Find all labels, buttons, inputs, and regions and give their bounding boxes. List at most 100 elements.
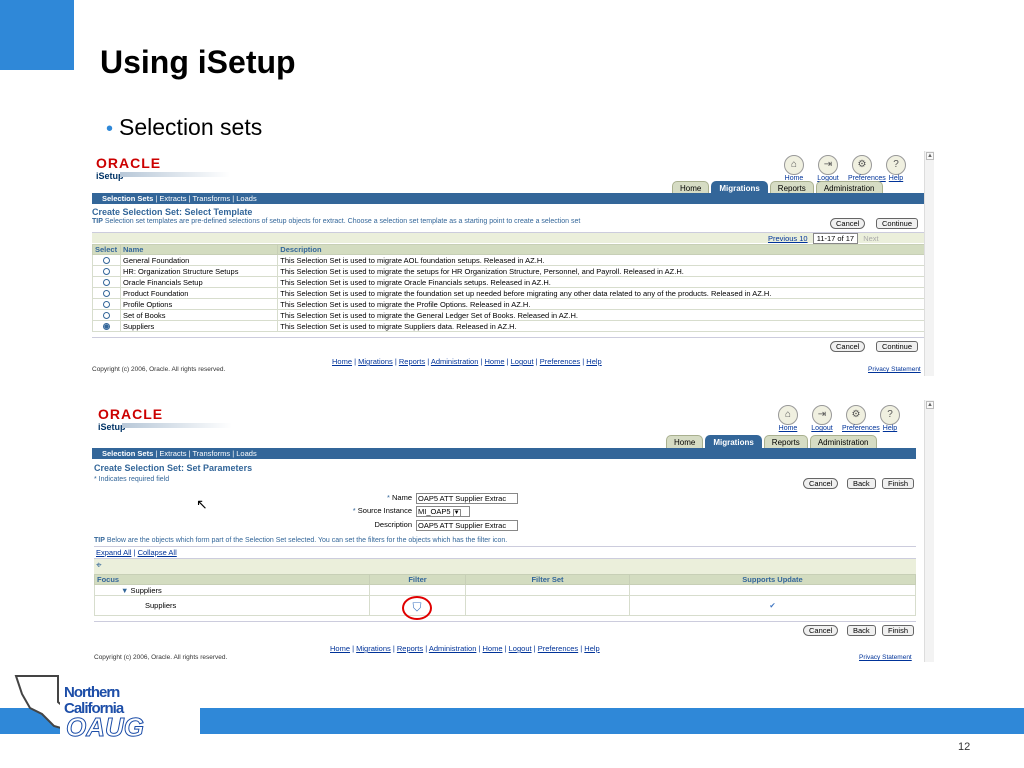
cancel-button-top[interactable]: Cancel xyxy=(830,218,866,229)
global-help-label[interactable]: Help xyxy=(882,175,910,182)
tab-migrations[interactable]: Migrations xyxy=(705,435,762,449)
subnav-extracts[interactable]: Extracts xyxy=(159,449,186,458)
logo-underline xyxy=(120,172,230,177)
global-logout-label[interactable]: Logout xyxy=(808,425,836,432)
back-button-bottom[interactable]: Back xyxy=(847,625,876,636)
expand-all-link[interactable]: Expand All xyxy=(96,548,131,557)
tip-label: TIP xyxy=(94,537,105,544)
sub-navigation: Selection Sets | Extracts | Transforms |… xyxy=(92,193,924,204)
tab-administration[interactable]: Administration xyxy=(809,435,877,449)
subnav-loads[interactable]: Loads xyxy=(236,194,256,203)
footer-link[interactable]: Help xyxy=(584,644,599,653)
footer-link[interactable]: Administration xyxy=(431,357,479,366)
help-icon: ? xyxy=(880,405,900,425)
back-button-top[interactable]: Back xyxy=(847,478,876,489)
name-cell: Profile Options xyxy=(119,298,279,310)
select-radio[interactable] xyxy=(103,257,110,265)
triangle-down-icon[interactable]: ▼ xyxy=(121,586,128,595)
crosshair-icon[interactable]: ⌖ xyxy=(96,560,102,571)
cancel-button-bottom[interactable]: Cancel xyxy=(803,625,839,636)
subnav-loads[interactable]: Loads xyxy=(236,449,256,458)
subnav-selection-sets[interactable]: Selection Sets xyxy=(102,449,153,458)
chevron-down-icon: ▼ xyxy=(452,509,461,516)
tree-child-cell: Suppliers xyxy=(94,595,370,616)
column-description: Description xyxy=(277,244,926,255)
scroll-up-arrow-icon[interactable]: ▲ xyxy=(926,401,934,409)
subnav-transforms[interactable]: Transforms xyxy=(192,194,230,203)
previous-link[interactable]: Previous 10 xyxy=(768,234,808,243)
subnav-transforms[interactable]: Transforms xyxy=(192,449,230,458)
subnav-extracts[interactable]: Extracts xyxy=(159,194,186,203)
footer-link[interactable]: Logout xyxy=(509,644,532,653)
global-preferences[interactable]: ⚙ Preferences xyxy=(842,405,880,432)
copyright-text: Copyright (c) 2006, Oracle. All rights r… xyxy=(92,366,226,373)
privacy-statement-link[interactable]: Privacy Statement xyxy=(868,366,921,373)
global-home[interactable]: ⌂ Home xyxy=(774,405,802,432)
filter-icon[interactable]: ⛉ xyxy=(402,596,432,620)
global-logout[interactable]: ⇥ Logout xyxy=(808,405,836,432)
table-cell xyxy=(465,584,630,596)
footer-link[interactable]: Migrations xyxy=(358,357,393,366)
bullet-text: Selection sets xyxy=(119,114,263,140)
footer-link[interactable]: Home xyxy=(485,357,505,366)
footer-link[interactable]: Help xyxy=(586,357,601,366)
global-home[interactable]: ⌂ Home xyxy=(780,155,808,182)
global-preferences[interactable]: ⚙ Preferences xyxy=(848,155,886,182)
global-help[interactable]: ? Help xyxy=(882,155,910,182)
footer-link[interactable]: Home xyxy=(332,357,352,366)
continue-button-bottom[interactable]: Continue xyxy=(876,341,919,352)
global-help-label[interactable]: Help xyxy=(876,425,904,432)
column-name[interactable]: Name xyxy=(119,244,279,255)
tab-home[interactable]: Home xyxy=(666,435,704,449)
source-instance-select[interactable]: MI_OAP5 ▼ xyxy=(416,506,470,517)
logo-underline xyxy=(122,423,232,428)
scroll-up-arrow-icon[interactable]: ▲ xyxy=(926,152,934,160)
finish-button-bottom[interactable]: Finish xyxy=(882,625,915,636)
name-cell: HR: Organization Structure Setups xyxy=(119,265,279,277)
cancel-button-bottom[interactable]: Cancel xyxy=(830,341,866,352)
footer-link[interactable]: Home xyxy=(330,644,350,653)
select-radio[interactable] xyxy=(103,290,110,298)
select-radio[interactable] xyxy=(103,279,110,287)
footer-link[interactable]: Migrations xyxy=(356,644,391,653)
select-radio[interactable] xyxy=(103,312,110,320)
footer-link[interactable]: Administration xyxy=(429,644,477,653)
footer-link[interactable]: Preferences xyxy=(538,644,578,653)
name-label: * Name xyxy=(386,493,412,503)
select-radio[interactable] xyxy=(103,268,110,276)
footer-link[interactable]: Logout xyxy=(511,357,534,366)
select-cell xyxy=(92,320,121,332)
footer-link[interactable]: Home xyxy=(483,644,503,653)
privacy-statement-link[interactable]: Privacy Statement xyxy=(859,654,912,661)
org-logo-line3: OAUG xyxy=(66,712,145,743)
oracle-brand: ORACLE xyxy=(96,155,162,171)
subnav-selection-sets[interactable]: Selection Sets xyxy=(102,194,153,203)
next-link: Next xyxy=(863,234,879,243)
select-cell xyxy=(92,276,121,288)
tab-reports[interactable]: Reports xyxy=(763,435,808,449)
footer-link[interactable]: Reports xyxy=(399,357,425,366)
select-radio[interactable] xyxy=(103,301,110,309)
global-preferences-label[interactable]: Preferences xyxy=(842,425,880,432)
continue-button-top[interactable]: Continue xyxy=(876,218,919,229)
global-home-label[interactable]: Home xyxy=(774,425,802,432)
finish-button-top[interactable]: Finish xyxy=(882,478,915,489)
column-focus: Focus xyxy=(94,574,370,585)
required-note: * Indicates required field xyxy=(94,476,170,483)
global-help[interactable]: ? Help xyxy=(876,405,904,432)
global-logout[interactable]: ⇥ Logout xyxy=(814,155,842,182)
help-icon: ? xyxy=(886,155,906,175)
column-filter-set: Filter Set xyxy=(465,574,630,585)
cancel-button-top[interactable]: Cancel xyxy=(803,478,839,489)
description-input[interactable]: OAP5 ATT Supplier Extrac xyxy=(416,520,518,531)
page-range-select[interactable]: 11-17 of 17 xyxy=(812,233,859,244)
name-input[interactable]: OAP5 ATT Supplier Extrac xyxy=(416,493,518,504)
table-cell xyxy=(465,595,630,616)
footer-link[interactable]: Reports xyxy=(397,644,423,653)
footer-link[interactable]: Preferences xyxy=(540,357,580,366)
collapse-all-link[interactable]: Collapse All xyxy=(138,548,177,557)
description-cell: This Selection Set is used to migrate th… xyxy=(277,287,926,299)
scrollbar[interactable]: ▲ xyxy=(924,151,934,376)
scrollbar[interactable]: ▲ xyxy=(924,400,934,662)
select-radio[interactable] xyxy=(103,323,110,331)
